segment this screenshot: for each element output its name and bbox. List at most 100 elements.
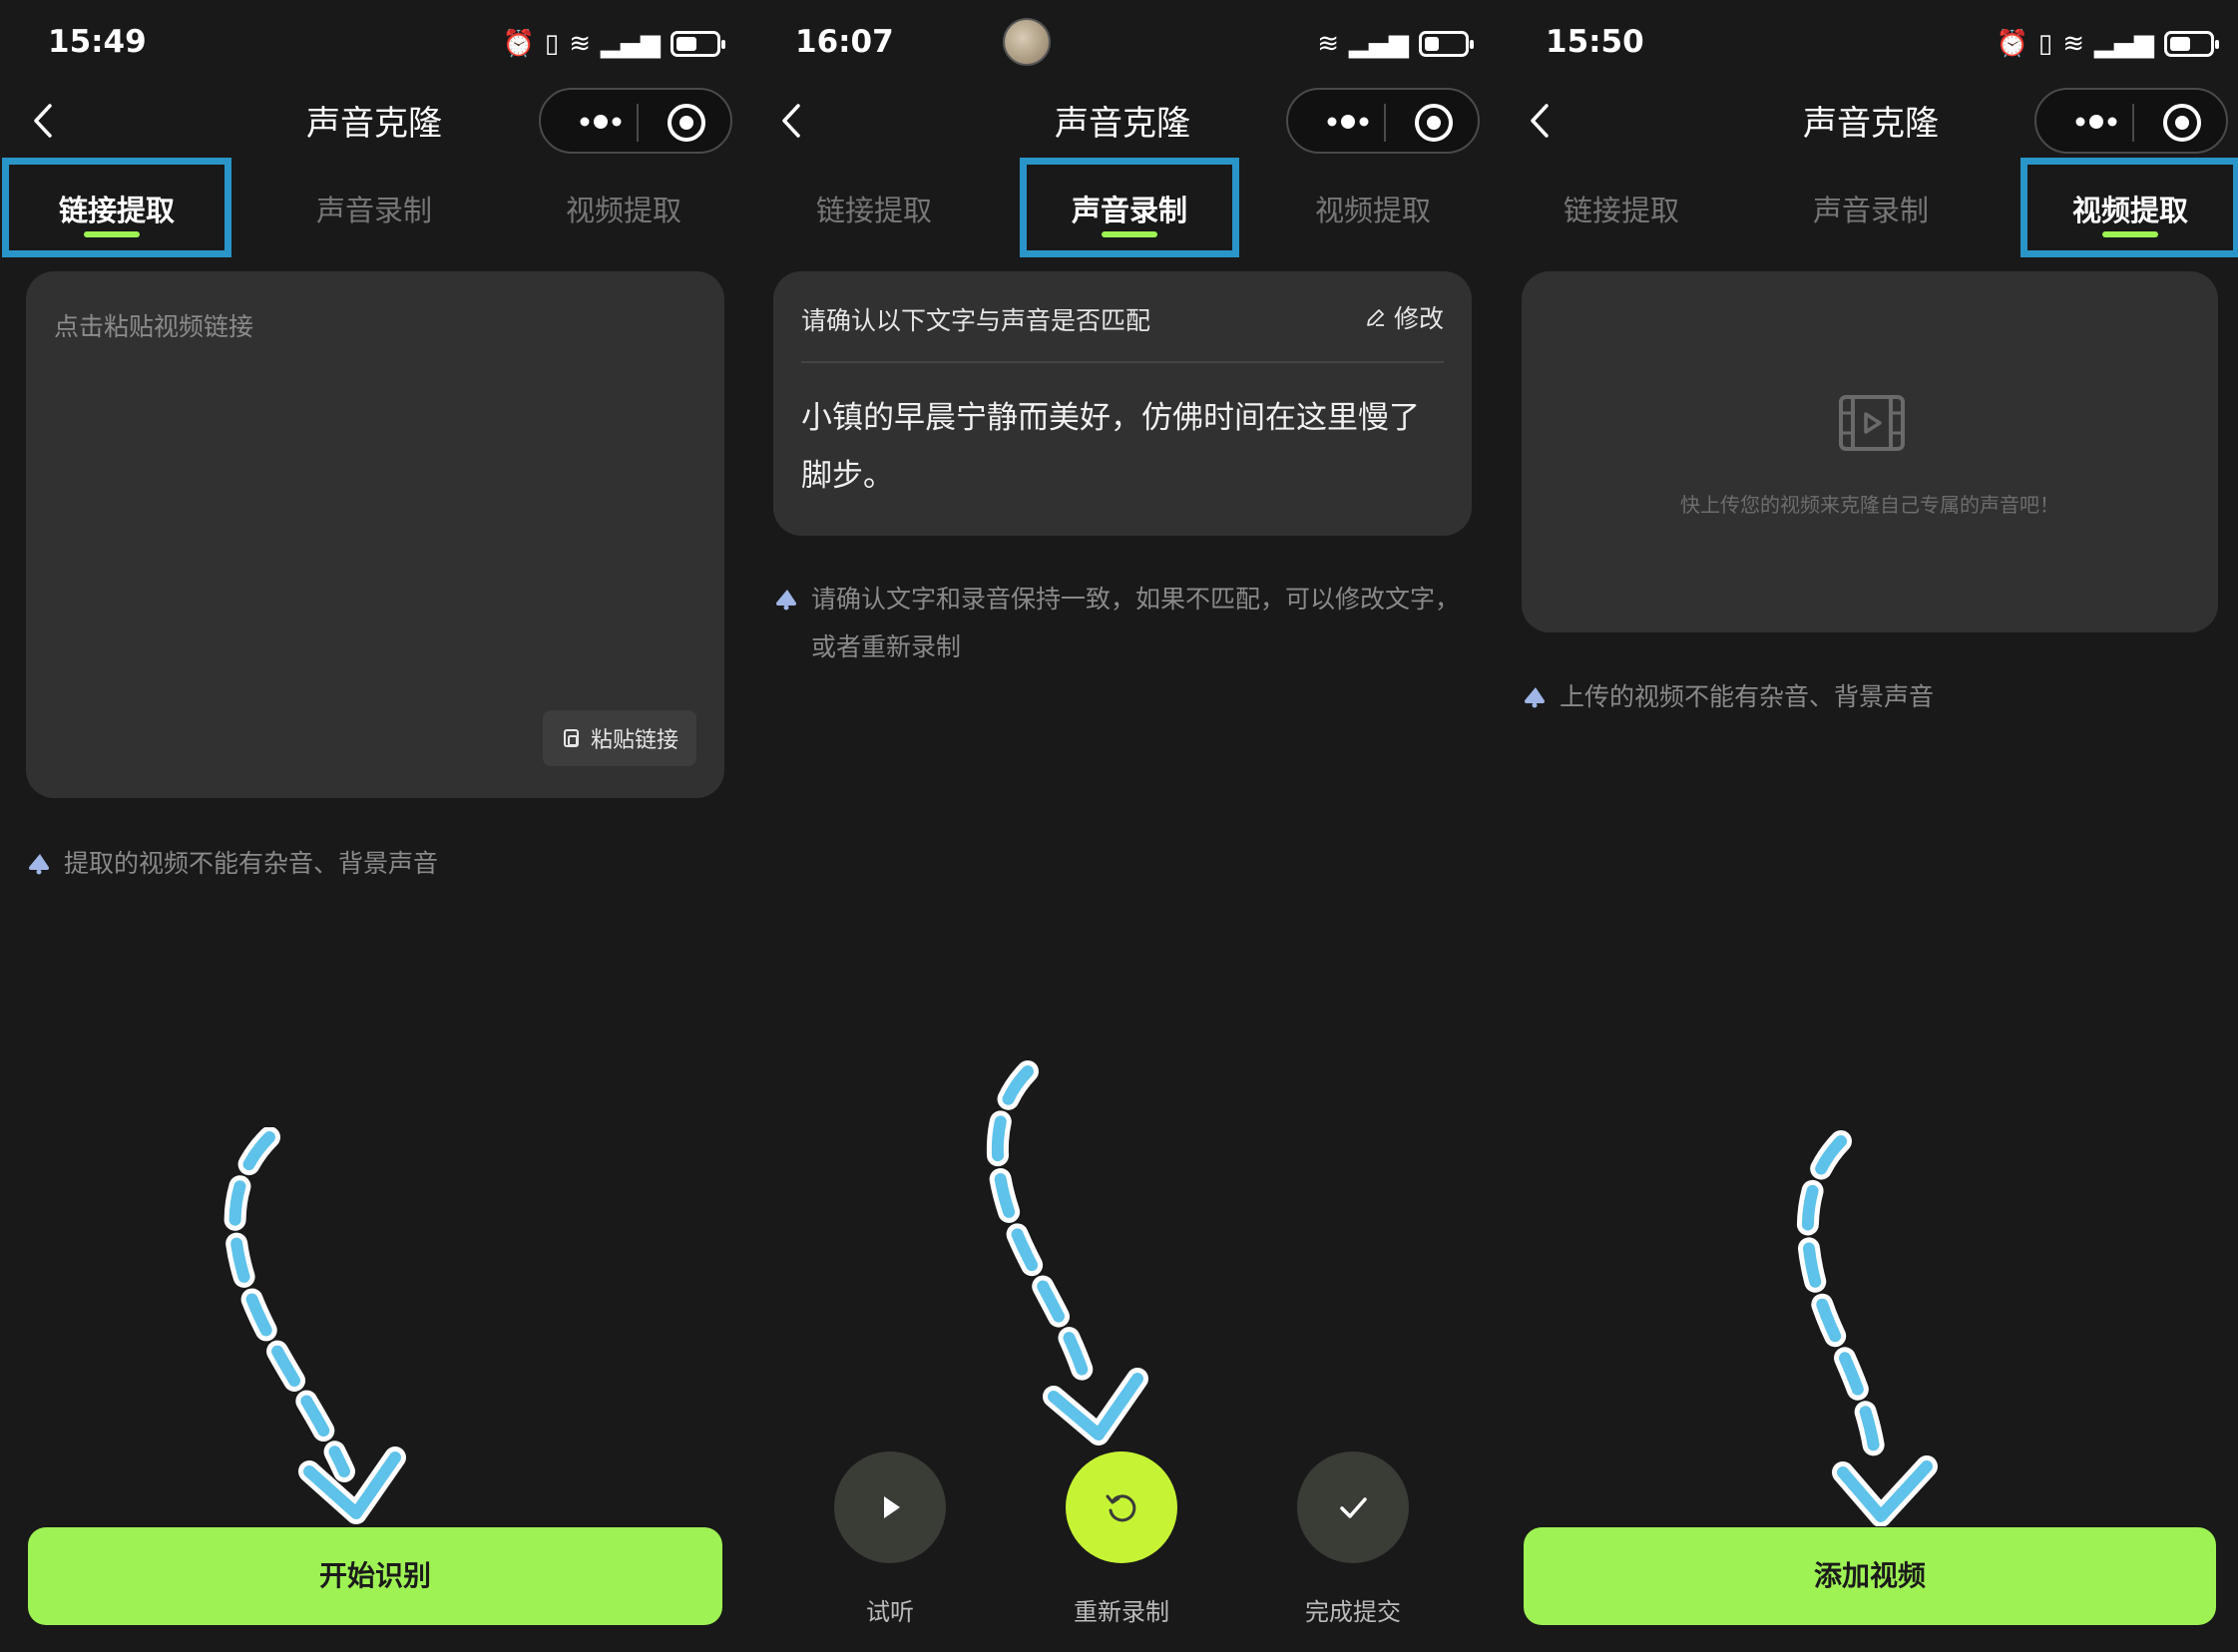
status-bar: 15:50 ⏰ ▯ ≋ ▂▄▆	[1497, 0, 2238, 88]
tab-label: 视频提取	[1314, 194, 1431, 227]
alarm-icon: ⏰	[502, 29, 535, 59]
check-icon	[1340, 1497, 1367, 1518]
play-label: 试听	[866, 1598, 914, 1626]
nav-bar: 声音克隆	[748, 88, 1497, 154]
status-time: 15:49	[48, 24, 147, 60]
more-icon[interactable]	[2058, 92, 2138, 152]
pencil-icon	[1367, 309, 1384, 326]
capsule-divider	[637, 104, 639, 142]
tab-bar: 链接提取 声音录制 视频提取	[748, 158, 1497, 257]
tip-text: 请确认文字和录音保持一致，如果不匹配，可以修改文字，或者重新录制	[773, 576, 1472, 671]
tab-video-extract[interactable]: 视频提取	[514, 158, 733, 257]
tab-label: 视频提取	[2071, 194, 2188, 227]
play-button[interactable]	[834, 1451, 946, 1563]
screen-link-extract: 15:49 ⏰ ▯ ≋ ▂▄▆ 声音克隆 链接提取 声音录制 视频提取 点击粘贴…	[0, 0, 748, 1652]
nav-bar: 声音克隆	[0, 88, 748, 154]
tab-link-extract[interactable]: 链接提取	[2, 158, 231, 257]
video-film-icon	[1839, 395, 1905, 451]
rerecord-label: 重新录制	[1074, 1598, 1169, 1626]
confirm-header: 请确认以下文字与声音是否匹配 修改	[801, 271, 1444, 363]
notification-avatar	[1003, 18, 1051, 66]
link-input-placeholder: 点击粘贴视频链接	[54, 312, 254, 341]
tab-link-extract[interactable]: 链接提取	[1512, 158, 1731, 257]
tab-video-extract[interactable]: 视频提取	[1263, 158, 1483, 257]
status-time: 16:07	[795, 24, 894, 60]
mini-program-capsule	[539, 88, 732, 154]
system-icons: ⏰ ▯ ≋ ▂▄▆	[1996, 24, 2219, 64]
status-bar: 16:07 ≋ ▂▄▆	[748, 0, 1497, 88]
tab-bar: 链接提取 声音录制 视频提取	[1497, 158, 2238, 257]
tab-label: 声音录制	[1812, 194, 1929, 227]
tab-active-indicator	[84, 231, 140, 237]
vibrate-icon: ▯	[544, 29, 560, 59]
tab-voice-record[interactable]: 声音录制	[1020, 158, 1239, 257]
annotation-arrow	[224, 1127, 406, 1524]
alarm-icon: ⏰	[1996, 29, 2028, 59]
mini-program-capsule	[1286, 88, 1480, 154]
system-icons: ≋ ▂▄▆	[1317, 24, 1474, 64]
tab-voice-record[interactable]: 声音录制	[1761, 158, 1981, 257]
play-icon	[884, 1496, 900, 1518]
video-upload-area[interactable]: 快上传您的视频来克隆自己专属的声音吧！	[1522, 271, 2218, 632]
tab-label: 链接提取	[1563, 194, 1679, 227]
vibrate-icon: ▯	[2037, 29, 2053, 59]
wifi-icon: ≋	[2062, 29, 2084, 59]
battery-icon	[2164, 31, 2219, 57]
script-confirm-card: 请确认以下文字与声音是否匹配 修改 小镇的早晨宁静而美好，仿佛时间在这里慢了脚步…	[773, 271, 1472, 536]
paste-link-label: 粘贴链接	[590, 728, 678, 753]
rerecord-icon	[1106, 1494, 1136, 1522]
tip-label: 上传的视频不能有杂音、背景声音	[1560, 682, 1935, 711]
battery-icon	[671, 31, 725, 57]
screen-voice-record: 16:07 ≋ ▂▄▆ 声音克隆 链接提取 声音录制 视频提取 请确认以下文字与…	[748, 0, 1497, 1652]
tip-label: 提取的视频不能有杂音、背景声音	[64, 849, 439, 878]
close-target-icon[interactable]	[2160, 101, 2204, 145]
battery-icon	[1419, 31, 1474, 57]
tab-bar: 链接提取 声音录制 视频提取	[0, 158, 748, 257]
tab-label: 声音录制	[1071, 194, 1187, 227]
status-bar: 15:49 ⏰ ▯ ≋ ▂▄▆	[0, 0, 748, 88]
tab-link-extract[interactable]: 链接提取	[764, 158, 984, 257]
tab-video-extract[interactable]: 视频提取	[2020, 158, 2238, 257]
more-icon[interactable]	[563, 92, 643, 152]
screen-video-extract: 15:50 ⏰ ▯ ≋ ▂▄▆ 声音克隆 链接提取 声音录制 视频提取 快上传您…	[1497, 0, 2238, 1652]
signal-icon: ▂▄▆	[2094, 29, 2154, 59]
megaphone-icon	[776, 590, 796, 611]
signal-icon: ▂▄▆	[1349, 29, 1409, 59]
capsule-divider	[2132, 104, 2134, 142]
add-video-button[interactable]: 添加视频	[1524, 1527, 2216, 1625]
capsule-divider	[1384, 104, 1386, 142]
annotation-arrow	[986, 1060, 1148, 1446]
edit-label: 修改	[1393, 304, 1444, 333]
megaphone-icon	[29, 854, 49, 875]
system-icons: ⏰ ▯ ≋ ▂▄▆	[502, 24, 725, 64]
edit-button[interactable]: 修改	[1364, 299, 1444, 335]
tab-active-indicator	[1102, 231, 1157, 237]
wifi-icon: ≋	[1317, 29, 1339, 59]
script-text: 小镇的早晨宁静而美好，仿佛时间在这里慢了脚步。	[801, 400, 1420, 494]
more-icon[interactable]	[1310, 92, 1390, 152]
paste-link-button[interactable]: 粘贴链接	[543, 710, 696, 766]
close-target-icon[interactable]	[1412, 101, 1456, 145]
start-recognition-button[interactable]: 开始识别	[28, 1527, 722, 1625]
upload-hint: 快上传您的视频来克隆自己专属的声音吧！	[1680, 493, 2059, 517]
megaphone-icon	[1525, 687, 1545, 708]
tab-voice-record[interactable]: 声音录制	[264, 158, 484, 257]
wifi-icon: ≋	[569, 29, 591, 59]
link-input-area[interactable]: 点击粘贴视频链接 粘贴链接	[26, 271, 724, 798]
tip-text: 上传的视频不能有杂音、背景声音	[1522, 673, 1934, 721]
nav-bar: 声音克隆	[1497, 88, 2238, 154]
tip-text: 提取的视频不能有杂音、背景声音	[26, 840, 438, 888]
rerecord-button[interactable]	[1066, 1451, 1177, 1563]
tab-label: 链接提取	[815, 194, 932, 227]
tab-label: 视频提取	[565, 194, 681, 227]
signal-icon: ▂▄▆	[601, 29, 661, 59]
tip-label: 请确认文字和录音保持一致，如果不匹配，可以修改文字，或者重新录制	[811, 585, 1461, 661]
mini-program-capsule	[2034, 88, 2228, 154]
annotation-arrow	[1796, 1130, 1938, 1526]
status-time: 15:50	[1546, 24, 1644, 60]
confirm-question: 请确认以下文字与声音是否匹配	[801, 306, 1151, 335]
tab-label: 声音录制	[315, 194, 432, 227]
close-target-icon[interactable]	[665, 101, 708, 145]
tab-active-indicator	[2102, 231, 2158, 237]
submit-button[interactable]	[1297, 1451, 1409, 1563]
